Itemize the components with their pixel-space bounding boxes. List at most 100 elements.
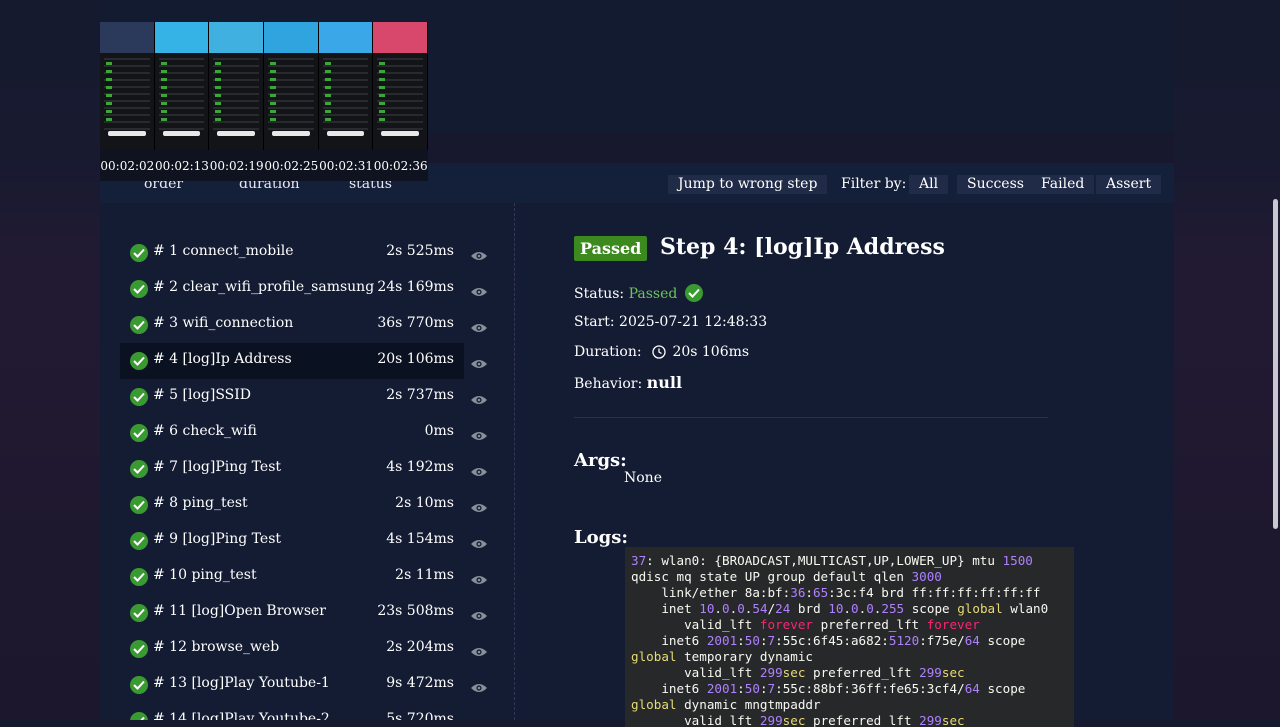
clock-icon: [652, 345, 666, 363]
step-row[interactable]: # 8 ping_test 2s 10ms: [120, 487, 487, 523]
step-name: # 11 [log]Open Browser: [153, 603, 326, 619]
step-row[interactable]: # 1 connect_mobile 2s 525ms: [120, 235, 487, 271]
step-row[interactable]: # 7 [log]Ping Test 4s 192ms: [120, 451, 487, 487]
logs-output[interactable]: 37: wlan0: {BROADCAST,MULTICAST,UP,LOWER…: [625, 547, 1074, 727]
eye-icon[interactable]: [470, 355, 488, 374]
screenshot-thumbnail[interactable]: [318, 22, 374, 150]
page-scrollbar[interactable]: [1273, 199, 1278, 529]
filter-failed-button[interactable]: Failed: [1031, 175, 1095, 194]
eye-icon[interactable]: [470, 571, 488, 590]
thumbnail-banner: [264, 22, 318, 53]
step-row[interactable]: # 2 clear_wifi_profile_samsung 24s 169ms: [120, 271, 487, 307]
filter-all-button[interactable]: All: [909, 175, 949, 194]
filter-success-button[interactable]: Success: [957, 175, 1034, 194]
step-row[interactable]: # 9 [log]Ping Test 4s 154ms: [120, 523, 487, 559]
eye-icon[interactable]: [470, 463, 488, 482]
log-line: valid_lft forever preferred_lft forever: [631, 617, 980, 632]
step-name: # 1 connect_mobile: [153, 243, 294, 259]
status-row: Status: Passed: [574, 284, 703, 302]
status-badge: Passed: [574, 236, 648, 261]
step-row[interactable]: # 10 ping_test 2s 11ms: [120, 559, 487, 595]
thumbnail-button: [217, 131, 256, 136]
screenshot-thumbnail[interactable]: [209, 22, 265, 150]
step-row[interactable]: # 11 [log]Open Browser 23s 508ms: [120, 595, 487, 631]
check-icon: [130, 532, 148, 550]
step-duration: 2s 525ms: [386, 243, 454, 259]
thumbnail-banner: [154, 22, 209, 53]
check-icon: [130, 424, 148, 442]
step-duration: 24s 169ms: [377, 279, 454, 295]
log-line: global temporary dynamic: [631, 649, 813, 664]
step-list-panel: # 1 connect_mobile 2s 525ms # 2 clear_wifi…: [100, 203, 514, 720]
step-name: # 2 clear_wifi_profile_samsung: [153, 279, 375, 295]
screenshot-thumbnail[interactable]: [154, 22, 210, 150]
screenshot-thumbnail[interactable]: [264, 22, 319, 150]
step-duration: 5s 720ms: [386, 711, 454, 720]
step-name: # 5 [log]SSID: [153, 387, 252, 403]
thumbnail-status-dots: [106, 62, 112, 122]
duration-row: Duration: 20s 106ms: [574, 344, 749, 363]
screenshot-thumbnail[interactable]: [100, 22, 155, 150]
step-title: Step 4: [log]Ip Address: [660, 234, 945, 260]
step-name: # 4 [log]Ip Address: [153, 351, 292, 367]
eye-icon[interactable]: [470, 607, 488, 626]
filter-assert-button[interactable]: Assert: [1096, 175, 1162, 194]
thumbnail-status-dots: [270, 62, 277, 122]
step-detail-panel: Passed Step 4: [log]Ip Address Status: P…: [515, 203, 1174, 727]
eye-icon[interactable]: [470, 715, 488, 720]
screenshot-filmstrip: 00:02:02 00:02:13 00:02:19 00:02:25 00:02:31…: [100, 22, 429, 181]
step-row[interactable]: # 5 [log]SSID 2s 737ms: [120, 379, 487, 415]
step-duration: 23s 508ms: [377, 603, 454, 619]
thumbnail-status-dots: [160, 62, 167, 122]
step-row[interactable]: # 13 [log]Play Youtube-1 9s 472ms: [120, 667, 487, 703]
step-name: # 14 [log]Play Youtube-2: [153, 711, 330, 720]
thumbnail-button: [108, 131, 146, 136]
check-icon: [130, 352, 148, 370]
behavior-label: Behavior:: [574, 376, 643, 392]
check-icon: [130, 244, 148, 262]
eye-icon[interactable]: [470, 427, 488, 446]
behavior-row: Behavior: null: [574, 373, 682, 392]
log-line: inet6 2001:50:7:55c:88bf:36ff:fe65:3cf4/…: [631, 681, 1026, 696]
eye-icon[interactable]: [470, 679, 488, 698]
step-duration: 0ms: [424, 423, 454, 439]
status-label: Status:: [574, 286, 625, 302]
step-duration: 4s 154ms: [386, 531, 454, 547]
step-row[interactable]: # 14 [log]Play Youtube-2 5s 720ms: [120, 703, 464, 720]
eye-icon[interactable]: [470, 319, 488, 338]
thumbnail-banner: [209, 22, 264, 53]
thumbnail-banner: [100, 22, 154, 53]
screenshot-timestamp: 00:02:19: [209, 158, 264, 173]
thumbnail-button: [381, 131, 420, 136]
eye-icon[interactable]: [470, 643, 488, 662]
log-line: qdisc mq state UP group default qlen 300…: [631, 569, 942, 584]
step-row[interactable]: # 12 browse_web 2s 204ms: [120, 631, 487, 667]
step-list: # 1 connect_mobile 2s 525ms # 2 clear_wifi…: [120, 235, 500, 720]
check-icon: [684, 284, 703, 302]
check-icon: [130, 496, 148, 514]
eye-icon[interactable]: [470, 247, 488, 266]
log-line: valid_lft 299sec preferred_lft 299sec: [631, 713, 965, 727]
eye-icon[interactable]: [470, 499, 488, 518]
thumbnail-button: [162, 131, 201, 136]
eye-icon[interactable]: [470, 535, 488, 554]
filter-label: Filter by:: [841, 176, 907, 192]
thumbnail-banner: [373, 22, 428, 53]
step-row[interactable]: # 3 wifi_connection 36s 770ms: [120, 307, 487, 343]
step-duration: 20s 106ms: [377, 351, 454, 367]
eye-icon[interactable]: [470, 283, 488, 302]
status-value: Passed: [628, 286, 678, 302]
thumbnail-button: [326, 131, 365, 136]
step-name: # 3 wifi_connection: [153, 315, 294, 331]
step-row[interactable]: # 6 check_wifi 0ms: [120, 415, 487, 451]
eye-icon[interactable]: [470, 391, 488, 410]
step-row[interactable]: # 4 [log]Ip Address 20s 106ms: [120, 343, 487, 379]
log-line: 37: wlan0: {BROADCAST,MULTICAST,UP,LOWER…: [631, 553, 1033, 568]
thumbnail-status-dots: [379, 62, 386, 122]
screenshot-thumbnail[interactable]: [373, 22, 429, 150]
check-icon: [130, 316, 148, 334]
jump-to-wrong-step-button[interactable]: Jump to wrong step: [668, 175, 828, 194]
check-icon: [130, 676, 148, 694]
step-name: # 12 browse_web: [153, 639, 280, 655]
behavior-value: null: [646, 373, 683, 392]
